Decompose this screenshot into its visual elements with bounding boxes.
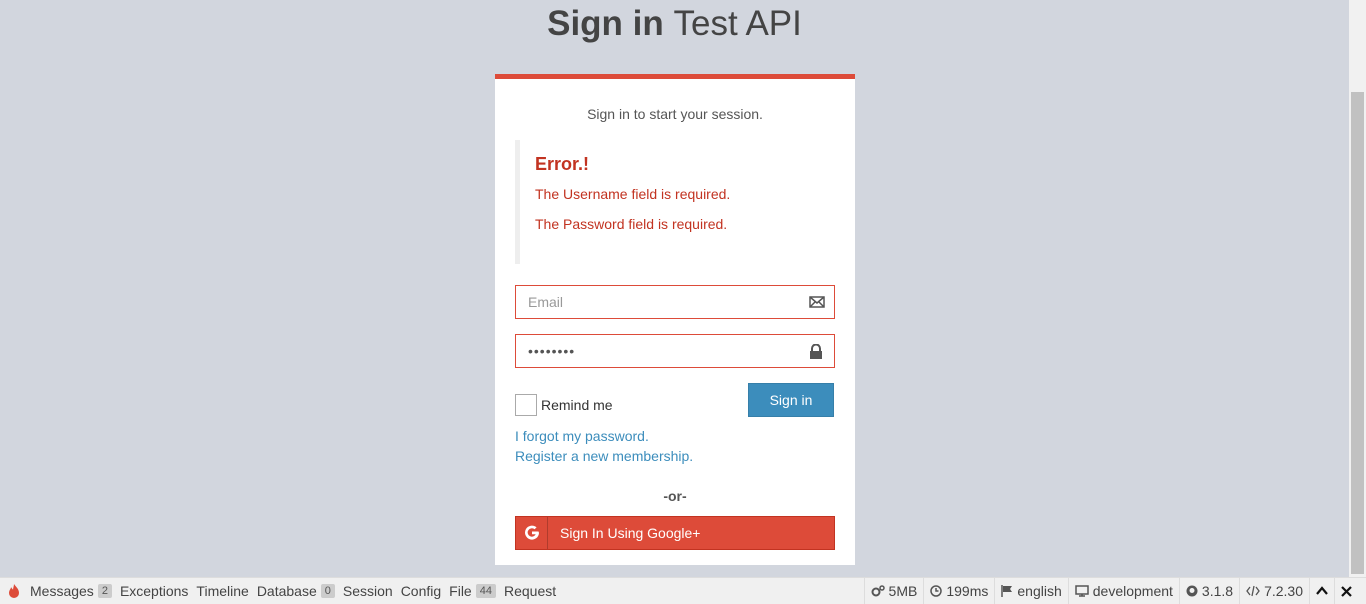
toolbar-time: 199ms	[923, 578, 994, 604]
toolbar-item-label: Session	[342, 583, 393, 599]
toolbar-item-label: Database	[256, 583, 317, 599]
remember-label[interactable]: Remind me	[541, 397, 613, 413]
toolbar-item-label: Config	[400, 583, 442, 599]
toolbar-locale-value: english	[1017, 583, 1062, 599]
email-field	[515, 285, 835, 319]
page-title-rest: Test API	[673, 4, 802, 43]
envelope-icon	[809, 295, 825, 309]
toolbar-close-button[interactable]	[1334, 578, 1358, 604]
toolbar-memory: 5MB	[863, 578, 924, 604]
toolbar-environment: development	[1067, 578, 1179, 604]
page-title-bold: Sign in	[547, 4, 664, 43]
toolbar-item-label: File	[449, 583, 472, 599]
toolbar-messages[interactable]: Messages 2	[26, 578, 116, 604]
debug-toolbar: Messages 2 Exceptions Timeline Database 0 …	[0, 577, 1366, 604]
toolbar-item-label: Timeline	[196, 583, 249, 599]
toolbar-badge: 2	[97, 584, 112, 598]
toolbar-php-version: 7.2.30	[1239, 578, 1309, 604]
toolbar-collapse-button[interactable]	[1309, 578, 1334, 604]
remember-me[interactable]: Remind me	[515, 394, 613, 416]
toolbar-php-version-value: 7.2.30	[1264, 583, 1303, 599]
sign-in-button[interactable]: Sign in	[748, 383, 834, 417]
toolbar-exceptions[interactable]: Exceptions	[116, 578, 192, 604]
vertical-scrollbar[interactable]	[1349, 0, 1366, 577]
toolbar-config[interactable]: Config	[397, 578, 445, 604]
or-separator: -or-	[663, 488, 687, 504]
github-icon	[1186, 585, 1198, 597]
toolbar-session[interactable]: Session	[339, 578, 397, 604]
remember-checkbox[interactable]	[515, 394, 537, 416]
toolbar-request[interactable]: Request	[500, 578, 560, 604]
toolbar-version: 3.1.8	[1178, 578, 1239, 604]
lock-icon	[809, 343, 825, 359]
error-callout: Error.! The Username field is required. …	[515, 140, 835, 264]
toolbar-timeline[interactable]: Timeline	[192, 578, 252, 604]
error-title: Error.!	[535, 154, 590, 174]
toolbar-item-label: Exceptions	[119, 583, 189, 599]
google-sign-in-label: Sign In Using Google+	[560, 525, 701, 541]
toolbar-badge: 44	[475, 584, 496, 598]
toolbar-environment-value: development	[1092, 583, 1173, 599]
toolbar-version-value: 3.1.8	[1201, 583, 1234, 599]
flag-icon	[1001, 585, 1013, 597]
error-message: The Username field is required.	[535, 186, 731, 202]
page-title: Sign in Test API	[0, 4, 1349, 44]
toolbar-item-label: Messages	[30, 583, 94, 599]
toolbar-file[interactable]: File 44	[445, 578, 500, 604]
toolbar-time-value: 199ms	[946, 583, 989, 599]
error-message: The Password field is required.	[535, 216, 728, 232]
chevron-up-icon	[1316, 586, 1328, 595]
login-box: Sign in to start your session. Error.! T…	[495, 74, 855, 565]
flame-icon[interactable]	[2, 578, 26, 604]
toolbar-item-label: Request	[503, 583, 557, 599]
password-field	[515, 334, 835, 368]
code-icon	[1246, 585, 1260, 597]
login-box-message: Sign in to start your session.	[587, 106, 763, 122]
desktop-icon	[1075, 585, 1089, 597]
password-input[interactable]	[516, 335, 796, 367]
toolbar-badge: 0	[320, 584, 335, 598]
clock-icon	[930, 585, 943, 597]
scrollbar-thumb[interactable]	[1351, 92, 1364, 574]
google-sign-in-button[interactable]: Sign In Using Google+	[515, 516, 835, 550]
register-link[interactable]: Register a new membership.	[515, 448, 693, 464]
toolbar-locale: english	[994, 578, 1067, 604]
toolbar-database[interactable]: Database 0	[253, 578, 339, 604]
close-icon	[1341, 585, 1352, 597]
google-icon	[516, 517, 548, 549]
toolbar-memory-value: 5MB	[888, 583, 918, 599]
email-input[interactable]	[516, 286, 796, 318]
forgot-password-link[interactable]: I forgot my password.	[515, 428, 649, 444]
gears-icon	[871, 585, 885, 597]
